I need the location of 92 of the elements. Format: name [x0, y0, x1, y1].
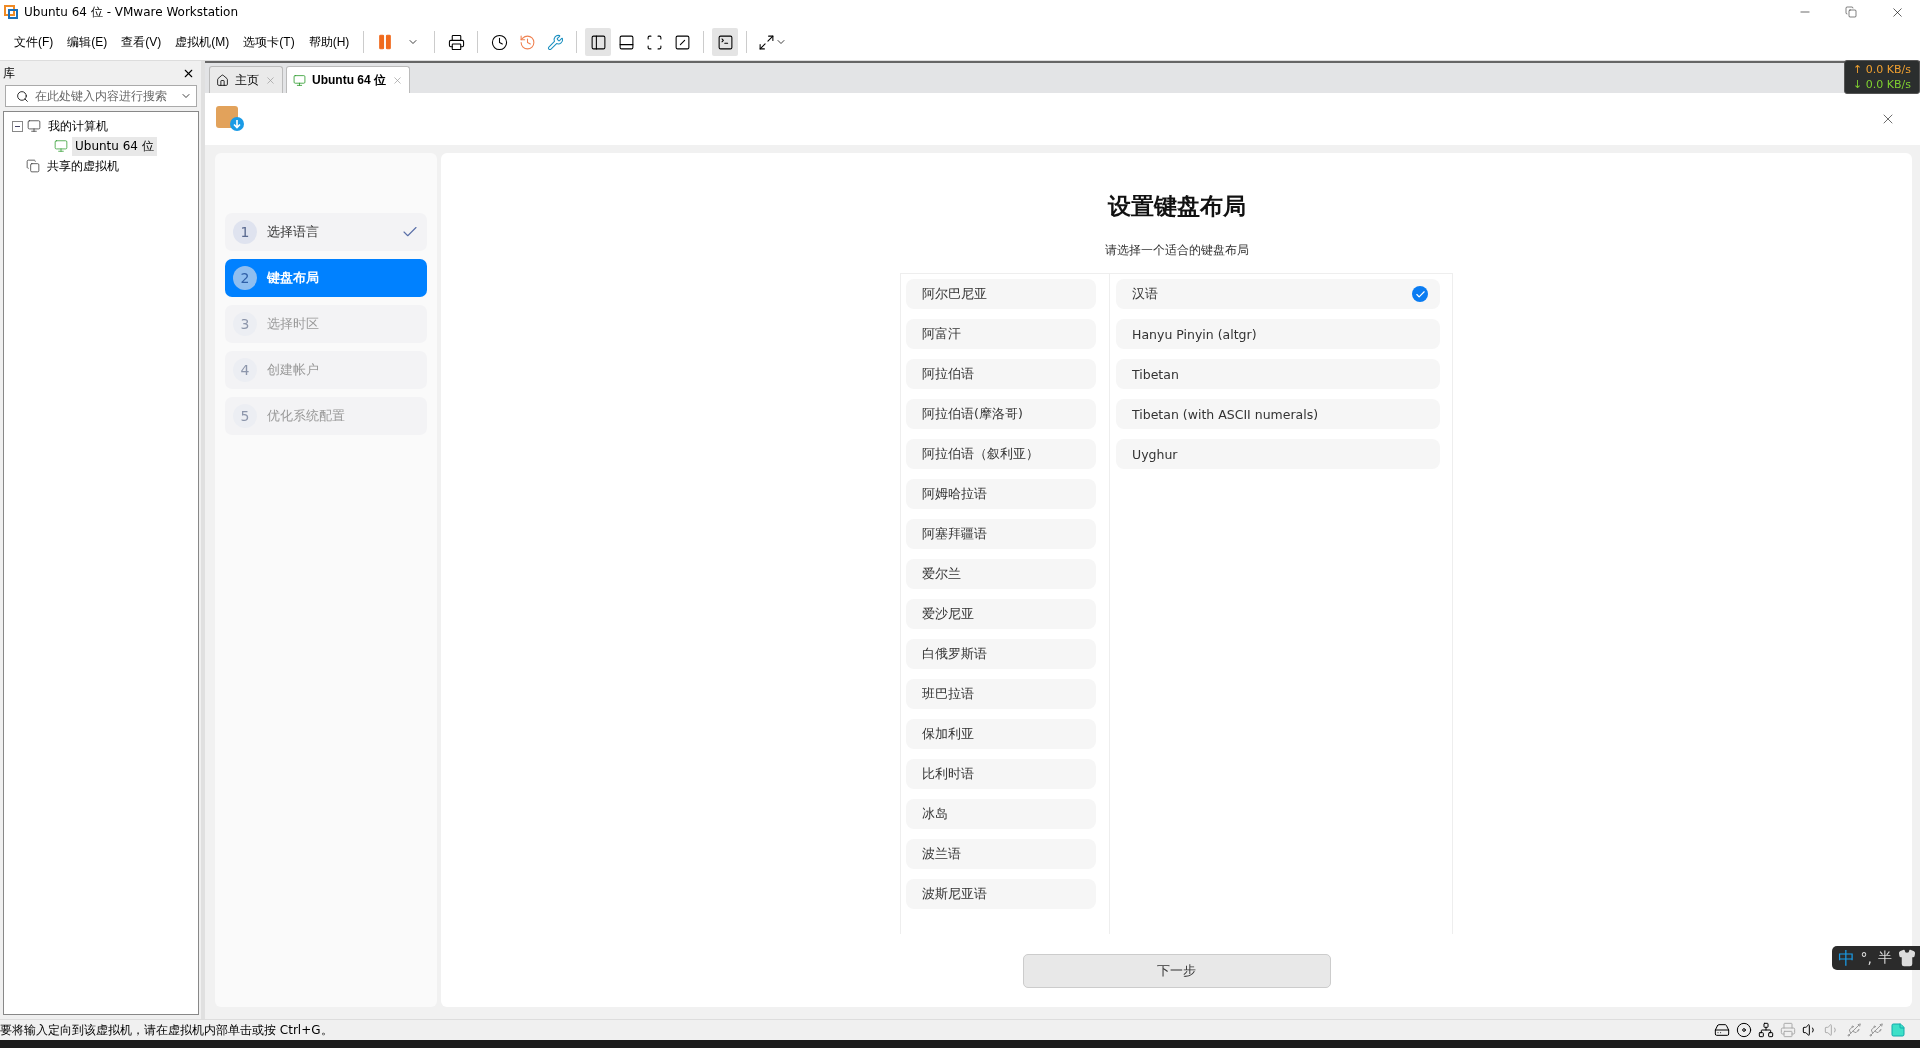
printer-icon: [1780, 1022, 1796, 1038]
console-view-button[interactable]: [712, 28, 739, 56]
input-mode[interactable]: 中: [1837, 946, 1855, 970]
disc-icon: [1736, 1022, 1752, 1038]
step-number: 3: [233, 312, 257, 336]
shared-vm-icon: [26, 159, 40, 173]
close-icon: [392, 74, 403, 86]
variant-item[interactable]: 汉语: [1116, 279, 1440, 309]
step-label: 选择语言: [267, 223, 320, 241]
menu-item[interactable]: 查看(V): [115, 29, 168, 55]
layout-item[interactable]: 阿拉伯语（叙利亚）: [906, 439, 1096, 469]
printer-icon: [447, 33, 465, 51]
layout-item[interactable]: 阿拉伯语(摩洛哥): [906, 399, 1096, 429]
layout-item[interactable]: 保加利亚: [906, 719, 1096, 749]
library-view-button[interactable]: [585, 28, 612, 56]
page-title: 设置键盘布局: [1107, 192, 1246, 221]
menu-item[interactable]: 文件(F): [8, 29, 60, 55]
panel-left-icon: [589, 33, 607, 51]
vm-icon: [293, 73, 306, 87]
step-number: 4: [233, 358, 257, 382]
step-label: 键盘布局: [267, 269, 320, 287]
usb-icon: [1846, 1022, 1862, 1038]
home-icon: [216, 73, 229, 87]
clock-icon: [490, 33, 508, 51]
tab[interactable]: Ubuntu 64 位: [286, 66, 410, 93]
variant-item[interactable]: Tibetan: [1116, 359, 1440, 389]
collapse-toggle-icon[interactable]: [12, 120, 23, 132]
tab-label: Ubuntu 64 位: [312, 71, 386, 89]
shirt-icon[interactable]: [1898, 949, 1916, 967]
step-number: 5: [233, 404, 257, 428]
layout-item[interactable]: 阿拉伯语: [906, 359, 1096, 389]
vm-icon: [54, 139, 68, 153]
search-icon: [16, 89, 29, 103]
layout-item[interactable]: 爱尔兰: [906, 559, 1096, 589]
layout-item[interactable]: 阿尔巴尼亚: [906, 279, 1096, 309]
menu-item[interactable]: 帮助(H): [302, 29, 356, 55]
width-mode[interactable]: 半: [1878, 949, 1892, 967]
download-speed: ↓ 0.0 KB/s: [1853, 78, 1911, 91]
layout-item[interactable]: 波斯尼亚语: [906, 879, 1096, 909]
computer-icon: [27, 119, 41, 133]
usb-icon: [1868, 1022, 1884, 1038]
variant-label: Tibetan: [1132, 366, 1179, 382]
tree-item[interactable]: 共享的虚拟机: [44, 156, 122, 176]
layout-item[interactable]: 阿富汗: [906, 319, 1096, 349]
step-label: 创建帐户: [267, 361, 320, 379]
layout-item[interactable]: 比利时语: [906, 759, 1096, 789]
note-icon: [1890, 1022, 1906, 1038]
menu-item[interactable]: 选项卡(T): [237, 29, 301, 55]
slashed-square-icon: [673, 33, 691, 51]
next-button[interactable]: 下一步: [1022, 954, 1331, 988]
tab-label: 主页: [235, 71, 259, 89]
layout-item[interactable]: 阿塞拜疆语: [906, 519, 1096, 549]
tree-item[interactable]: Ubuntu 64 位: [72, 136, 157, 156]
terminal-icon: [716, 33, 734, 51]
variant-label: Tibetan (with ASCII numerals): [1132, 406, 1319, 422]
fullscreen-icon: [645, 33, 663, 51]
search-field[interactable]: 在此处键入内容进行搜索: [5, 85, 197, 107]
window-title: Ubuntu 64 位 - VMware Workstation: [24, 3, 240, 21]
tab[interactable]: 主页: [209, 66, 283, 93]
variant-item[interactable]: Tibetan (with ASCII numerals): [1116, 399, 1440, 429]
variant-label: Hanyu Pinyin (altgr): [1132, 326, 1257, 342]
upload-speed: ↑ 0.0 KB/s: [1853, 63, 1911, 76]
layout-item[interactable]: 白俄罗斯语: [906, 639, 1096, 669]
step-label: 优化系统配置: [267, 407, 346, 425]
step-number: 2: [233, 266, 257, 290]
status-text: 要将输入定向到该虚拟机，请在虚拟机内部单击或按 Ctrl+G。: [0, 1021, 333, 1039]
tree-item[interactable]: 我的计算机: [45, 116, 111, 136]
panel-title: 库: [3, 64, 15, 82]
history-icon: [518, 33, 536, 51]
punctuation-mode[interactable]: °,: [1860, 950, 1872, 966]
panel-bottom-icon: [617, 33, 635, 51]
network-icon: [1758, 1022, 1774, 1038]
variant-item[interactable]: Hanyu Pinyin (altgr): [1116, 319, 1440, 349]
variant-label: Uyghur: [1132, 446, 1178, 462]
layout-item[interactable]: 波兰语: [906, 839, 1096, 869]
layout-item[interactable]: 冰岛: [906, 799, 1096, 829]
installer-logo-icon: [215, 105, 245, 133]
layout-item[interactable]: 爱沙尼亚: [906, 599, 1096, 629]
restore-icon: [1845, 6, 1857, 18]
step-number: 1: [233, 220, 257, 244]
wrench-icon: [546, 33, 564, 51]
variant-label: 汉语: [1132, 285, 1158, 303]
menu-item[interactable]: 虚拟机(M): [169, 29, 236, 55]
close-icon: [265, 74, 276, 86]
layout-item[interactable]: 阿姆哈拉语: [906, 479, 1096, 509]
variant-item[interactable]: Uyghur: [1116, 439, 1440, 469]
menu-item[interactable]: 编辑(E): [61, 29, 114, 55]
step-label: 选择时区: [267, 315, 320, 333]
app-logo-icon: [4, 5, 18, 19]
expand-icon: [758, 33, 776, 51]
layout-item[interactable]: 班巴拉语: [906, 679, 1096, 709]
page-subtitle: 请选择一个适合的键盘布局: [1104, 242, 1249, 259]
